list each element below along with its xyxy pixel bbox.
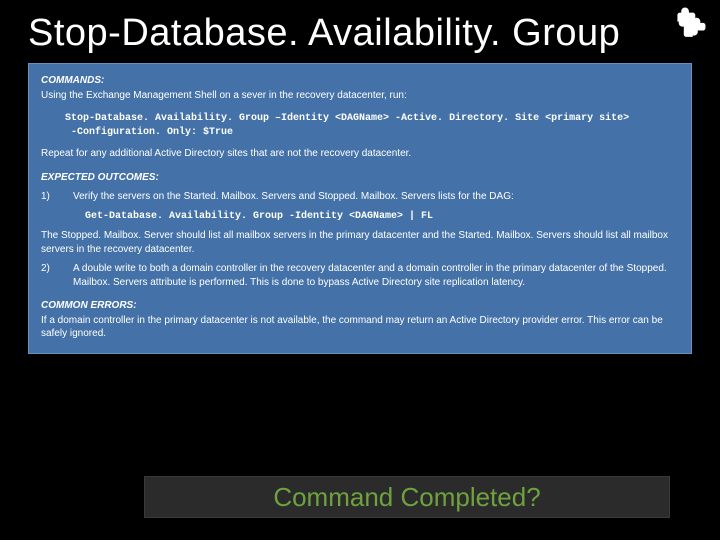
expected-item-1-after: The Stopped. Mailbox. Server should list… (41, 229, 679, 256)
list-body: Verify the servers on the Started. Mailb… (73, 190, 679, 204)
content-panel: COMMANDS: Using the Exchange Management … (28, 63, 692, 354)
list-body: A double write to both a domain controll… (73, 262, 679, 289)
slide: Stop-Database. Availability. Group COMMA… (0, 0, 720, 540)
list-number: 1) (41, 190, 55, 204)
commands-code: Stop-Database. Availability. Group –Iden… (41, 104, 679, 147)
errors-text: If a domain controller in the primary da… (41, 314, 679, 341)
expected-item-1: 1) Verify the servers on the Started. Ma… (41, 190, 679, 204)
page-title: Stop-Database. Availability. Group (28, 12, 692, 55)
expected-item-2: 2) A double write to both a domain contr… (41, 262, 679, 289)
errors-heading: COMMON ERRORS: (41, 299, 679, 313)
list-number: 2) (41, 262, 55, 289)
footer-text: Command Completed? (273, 482, 540, 513)
commands-repeat: Repeat for any additional Active Directo… (41, 147, 679, 161)
commands-heading: COMMANDS: (41, 74, 679, 88)
expected-heading: EXPECTED OUTCOMES: (41, 171, 679, 185)
commands-intro: Using the Exchange Management Shell on a… (41, 89, 679, 103)
puzzle-icon (676, 6, 710, 40)
footer-bar: Command Completed? (144, 476, 670, 518)
expected-item-1-code: Get-Database. Availability. Group -Ident… (41, 204, 679, 230)
